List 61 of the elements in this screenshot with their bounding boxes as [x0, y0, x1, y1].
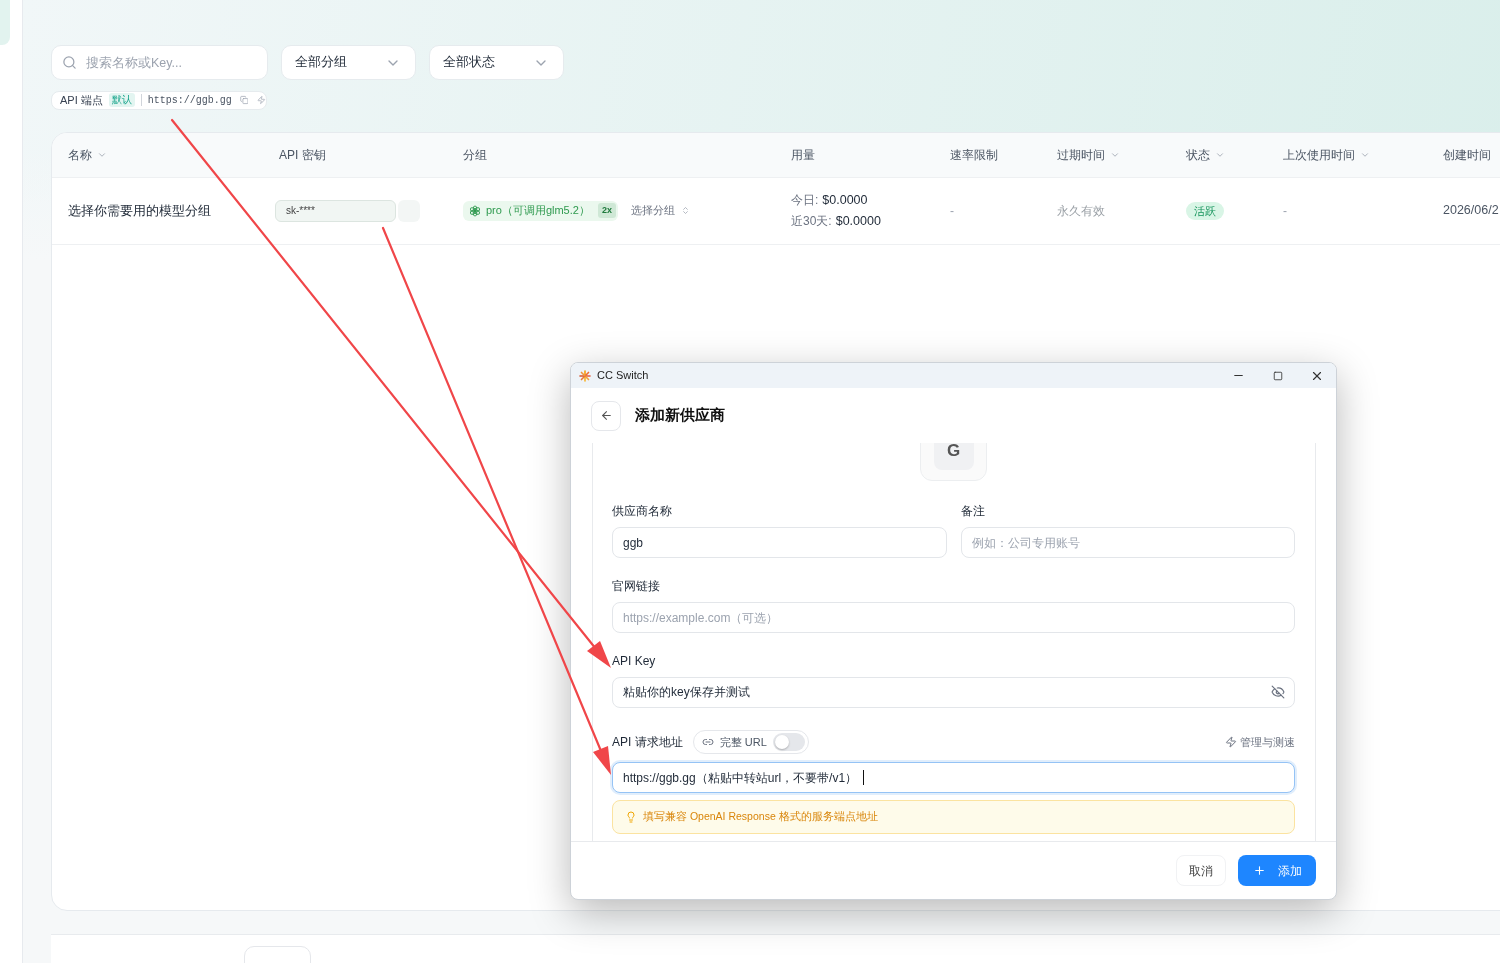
- usage-label: 今日:: [791, 192, 819, 210]
- back-button[interactable]: [591, 400, 621, 431]
- field-label: API Key: [612, 653, 656, 669]
- column-header: API 密钥: [279, 146, 326, 164]
- lightbulb-icon: [625, 811, 637, 823]
- link-icon: [701, 736, 714, 748]
- cancel-button[interactable]: 取消: [1176, 855, 1226, 886]
- group-name: pro（可调用glm5.2）: [486, 203, 590, 219]
- eye-off-icon[interactable]: [1271, 685, 1285, 699]
- dialog-heading: 添加新供应商: [635, 405, 725, 426]
- plus-icon: [1252, 864, 1266, 877]
- arrow-left-icon: [599, 409, 613, 422]
- zap-icon: [1225, 736, 1237, 748]
- maximize-icon: [1272, 370, 1283, 381]
- endpoint-label: API 端点: [60, 93, 103, 108]
- group-select-button[interactable]: 选择分组: [630, 202, 690, 219]
- rate-limit-value: -: [950, 202, 954, 220]
- api-key-chip: sk-****: [275, 199, 396, 222]
- column-header[interactable]: 名称: [68, 145, 107, 164]
- column-header: 创建时间: [1443, 146, 1491, 164]
- toggle-switch[interactable]: [772, 733, 805, 751]
- field-label: 官网链接: [612, 578, 660, 594]
- field-label: 备注: [960, 503, 985, 519]
- text-input[interactable]: ggb: [612, 527, 947, 558]
- manage-test-link[interactable]: 管理与测速: [1225, 733, 1295, 751]
- text-input[interactable]: https://example.com（可选）: [612, 602, 1295, 633]
- asterisk-logo-icon: [579, 369, 591, 382]
- filter-dropdown[interactable]: 全部状态: [429, 45, 564, 80]
- up-down-chevron-icon: [680, 206, 690, 215]
- column-header[interactable]: 过期时间: [1057, 145, 1120, 164]
- endpoint-url: https://ggb.gg: [147, 93, 232, 108]
- usage-value: $0.0000: [822, 191, 868, 209]
- usage-label: 近30天:: [791, 212, 832, 230]
- flower-logo-icon: [469, 204, 481, 217]
- usage-value: $0.0000: [835, 212, 881, 230]
- field-label: API 请求地址: [612, 734, 683, 750]
- filter-dropdown[interactable]: 全部分组: [281, 45, 416, 80]
- created-date: 2026/06/2: [1443, 202, 1499, 220]
- text-input[interactable]: 例如：公司专用账号: [960, 527, 1295, 558]
- last-used-value: -: [1283, 202, 1287, 220]
- multiplier-badge: 2x: [597, 203, 616, 218]
- field-label: 供应商名称: [612, 503, 672, 519]
- provider-name: 选择你需要用的模型分组: [68, 201, 211, 220]
- copy-icon[interactable]: [239, 95, 249, 106]
- url-input[interactable]: https://ggb.gg（粘贴中转站url，不要带/v1）: [612, 762, 1295, 793]
- search-icon: [62, 55, 77, 70]
- column-header: 分组: [463, 146, 487, 164]
- column-header: 用量: [791, 146, 815, 164]
- column-header: 速率限制: [950, 146, 998, 164]
- add-button[interactable]: 添加: [1238, 855, 1316, 886]
- status-badge: 活跃: [1186, 201, 1224, 220]
- search-input[interactable]: 搜索名称或Key...: [51, 45, 268, 80]
- provider-logo[interactable]: G: [933, 443, 974, 470]
- window-title: CC Switch: [597, 368, 649, 384]
- column-header[interactable]: 状态: [1186, 145, 1225, 164]
- hint-text: 填写兼容 OpenAI Response 格式的服务端点地址: [643, 809, 878, 825]
- api-key-input[interactable]: 粘贴你的key保存并测试: [612, 677, 1295, 708]
- expiry-value: 永久有效: [1057, 202, 1105, 220]
- column-header[interactable]: 上次使用时间: [1283, 145, 1370, 164]
- zap-icon[interactable]: [257, 95, 266, 106]
- default-badge: 默认: [108, 93, 135, 108]
